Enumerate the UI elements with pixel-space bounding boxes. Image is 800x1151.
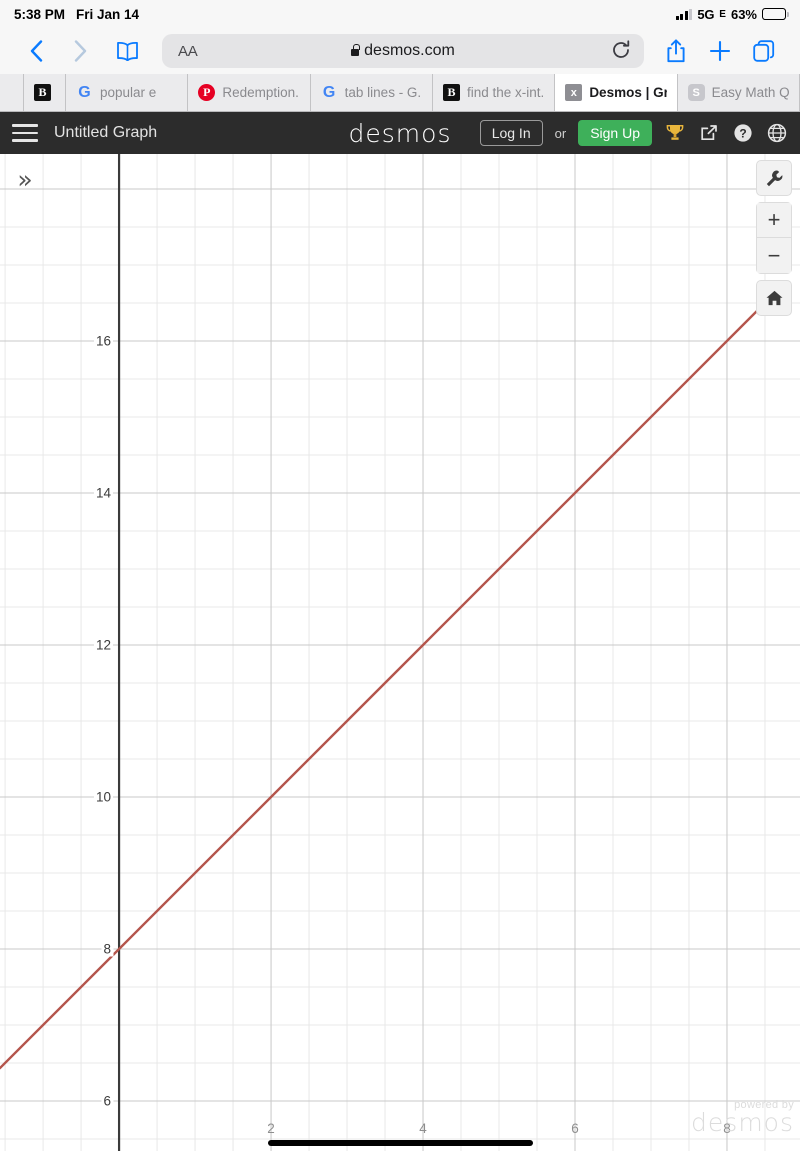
reload-icon (613, 40, 630, 58)
address-bar[interactable]: AA desmos.com (162, 34, 644, 68)
browser-tab[interactable]: P Redemption... (188, 74, 311, 111)
status-bar-left: 5:38 PM Fri Jan 14 (14, 7, 139, 22)
signup-button[interactable]: Sign Up (578, 120, 652, 146)
plus-icon (709, 40, 731, 62)
tabs-overview-button[interactable] (744, 31, 784, 71)
x-axis-tick-label: 6 (571, 1121, 579, 1136)
new-tab-button[interactable] (700, 31, 740, 71)
graph-plot[interactable] (0, 154, 800, 1151)
tabs-icon (753, 40, 775, 62)
help-icon[interactable]: ? (732, 122, 754, 144)
zoom-in-label: + (767, 207, 781, 232)
browser-tab[interactable]: x Desmos | Gr... (555, 74, 678, 111)
globe-glyph (767, 123, 787, 143)
or-label: or (554, 125, 567, 141)
x-axis-tick-label: 8 (723, 1121, 731, 1136)
url-text: desmos.com (364, 42, 455, 59)
globe-icon[interactable] (766, 122, 788, 144)
browser-tab[interactable]: B (24, 74, 66, 111)
home-indicator (268, 1140, 533, 1146)
chevron-double-right-icon: » (17, 164, 33, 194)
reload-button[interactable] (610, 39, 634, 63)
tab-label: tab lines - G... (344, 85, 422, 100)
book-icon (116, 41, 138, 61)
share-glyph (701, 125, 717, 141)
desmos-header: Untitled Graph desmos Log In or Sign Up … (0, 112, 800, 154)
trophy-glyph (666, 125, 684, 140)
bookmarks-button[interactable] (104, 31, 150, 71)
y-axis-tick-label: 16 (94, 333, 114, 349)
chevron-right-icon (74, 40, 86, 62)
pinterest-icon: P (198, 84, 216, 101)
google-icon: G (322, 83, 336, 101)
signal-bars-icon (675, 8, 693, 20)
wrench-icon (766, 170, 782, 186)
help-glyph: ? (734, 124, 752, 142)
zoom-out-label: − (767, 242, 781, 268)
hamburger-menu-icon[interactable] (12, 124, 38, 142)
text-size-button[interactable]: AA (178, 42, 198, 60)
x-axis-tick-label: 2 (267, 1121, 275, 1136)
tab-label: find the x-int... (466, 85, 545, 100)
zoom-controls: + − (756, 202, 792, 274)
browser-tab[interactable]: S Easy Math Q... (677, 74, 800, 111)
browser-tab[interactable]: Gtab lines - G... (310, 74, 433, 111)
symbolab-icon: S (687, 84, 705, 101)
share-graph-icon[interactable] (698, 122, 720, 144)
tab-edge-left[interactable] (0, 74, 24, 111)
y-axis-tick-label: 6 (101, 1093, 114, 1109)
header-actions: Log In or Sign Up ? (479, 120, 788, 146)
plot-line[interactable] (0, 306, 762, 1070)
zoom-out-button[interactable]: − (756, 238, 792, 274)
status-bar-right: 5G E 63% (675, 6, 789, 22)
browser-tab[interactable]: Gpopular e (66, 74, 189, 111)
y-axis-tick-label: 10 (94, 789, 114, 805)
status-time: 5:38 PM (14, 6, 66, 22)
url-display: desmos.com (351, 42, 455, 60)
status-bar: 5:38 PM Fri Jan 14 5G E 63% (0, 0, 800, 28)
desmos-logo: desmos (348, 118, 452, 148)
x-axis-tick-label: 4 (419, 1121, 427, 1136)
tab-label: Redemption... (222, 85, 300, 100)
home-zoom-button[interactable] (756, 280, 792, 316)
google-icon: G (78, 83, 91, 101)
network-sub-label: E (719, 8, 726, 20)
browser-toolbar: AA desmos.com (0, 28, 800, 74)
lock-icon (351, 43, 360, 56)
chevron-left-icon (30, 40, 42, 62)
trophy-icon[interactable] (664, 122, 686, 144)
network-type-label: 5G (697, 6, 715, 22)
back-button[interactable] (16, 31, 56, 71)
y-axis-tick-label: 14 (94, 485, 114, 501)
home-icon (766, 290, 782, 305)
battery-icon (762, 8, 789, 20)
share-button[interactable] (656, 31, 696, 71)
expression-list-expand-button[interactable]: » (8, 162, 42, 196)
tab-label: Easy Math Q... (711, 85, 789, 100)
graph-title[interactable]: Untitled Graph (54, 124, 157, 142)
brainly-icon: B (442, 84, 460, 101)
graph-controls: + − (756, 160, 792, 316)
svg-text:?: ? (739, 127, 746, 141)
tab-strip: B Gpopular e P Redemption... Gtab lines - G.… (0, 74, 800, 112)
graph-canvas[interactable]: 6 8 10 12 14 16 2 4 6 8 » + − powered by desmos (0, 154, 800, 1151)
desmos-icon: x (565, 84, 583, 101)
status-date: Fri Jan 14 (76, 6, 140, 22)
battery-percent-label: 63% (730, 6, 757, 22)
y-axis-tick-label: 12 (94, 637, 114, 653)
browser-tab[interactable]: Bfind the x-int... (432, 74, 556, 111)
text-size-label: AA (178, 42, 198, 60)
graph-settings-button[interactable] (756, 160, 792, 196)
brainly-icon: B (34, 84, 51, 101)
tab-label: popular e (100, 85, 157, 100)
login-button[interactable]: Log In (479, 120, 543, 146)
share-icon (667, 39, 685, 63)
tab-label: Desmos | Gr... (589, 85, 667, 100)
y-axis-tick-label: 8 (101, 941, 114, 957)
forward-button[interactable] (60, 31, 100, 71)
zoom-in-button[interactable]: + (756, 202, 792, 238)
